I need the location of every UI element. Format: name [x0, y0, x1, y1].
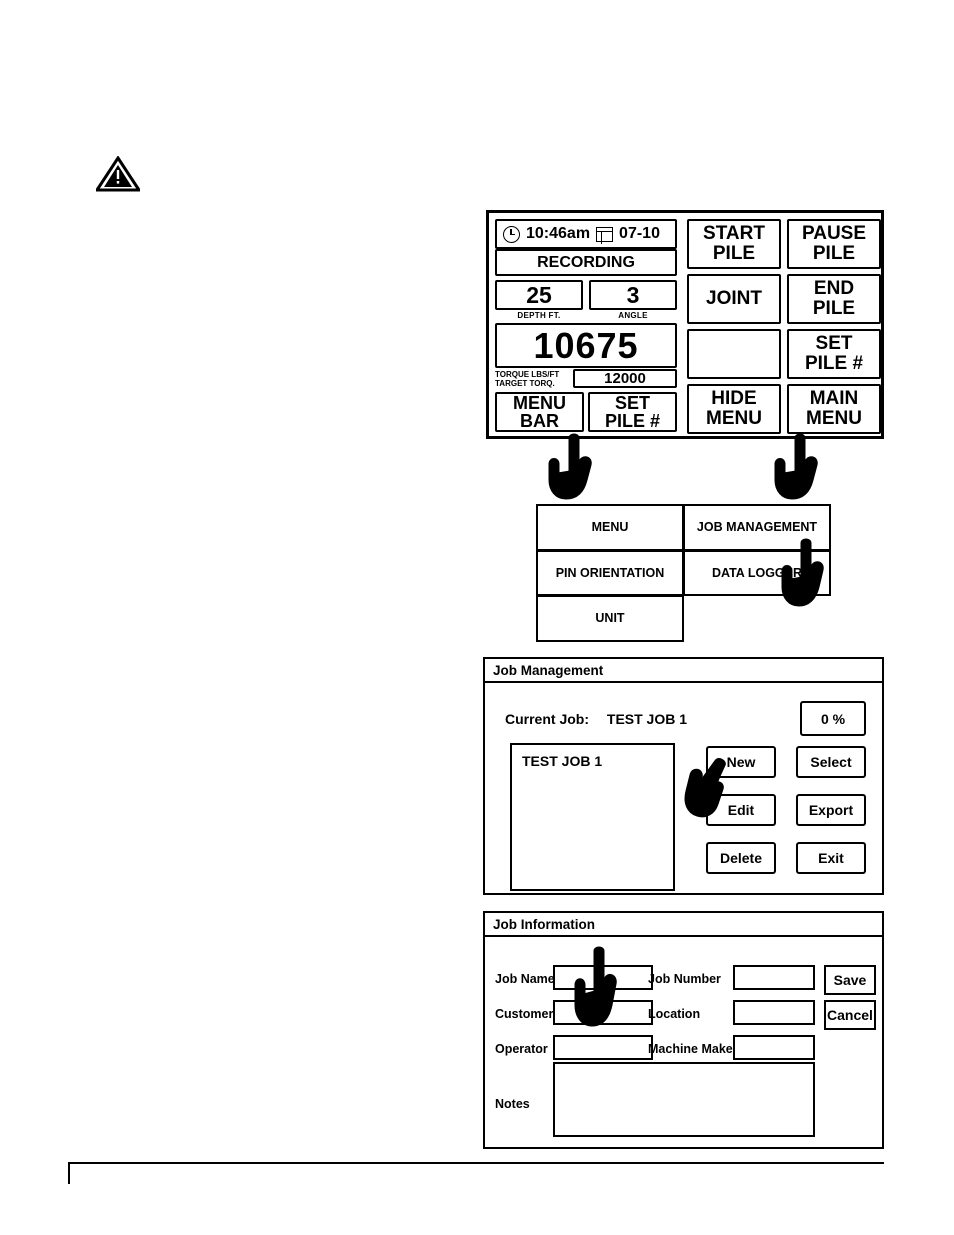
pointing-hand-job-management [781, 538, 824, 607]
left-button-row: MENU BAR SET PILE # [495, 392, 683, 432]
page-footer-tick [68, 1162, 70, 1184]
delete-job-button[interactable]: Delete [706, 842, 776, 874]
job-list[interactable]: TEST JOB 1 [510, 743, 675, 891]
customer-label: Customer [495, 1007, 554, 1021]
depth-caption: DEPTH FT. [517, 311, 561, 320]
angle-value: 3 [589, 280, 677, 310]
control-panel-right-column: START PILE PAUSE PILE JOINT END PILE SET PIL… [687, 219, 881, 439]
target-torque-value: 12000 [573, 369, 677, 388]
blank-button[interactable] [687, 329, 781, 379]
page-footer-rule [68, 1162, 884, 1164]
calendar-icon [596, 226, 614, 244]
export-job-button[interactable]: Export [796, 794, 866, 826]
job-management-title: Job Management [485, 659, 882, 683]
operator-label: Operator [495, 1042, 548, 1056]
select-job-button[interactable]: Select [796, 746, 866, 778]
pointing-hand-main-menu [774, 433, 818, 500]
depth-angle-row: 25 DEPTH FT. 3 ANGLE [495, 280, 683, 320]
set-pile-number-button[interactable]: SET PILE # [787, 329, 881, 379]
job-information-body: Job Name Customer Operator Job Number Lo… [485, 937, 882, 1171]
current-job-row: Current Job: TEST JOB 1 [505, 711, 687, 727]
job-name-label: Job Name [495, 972, 555, 986]
machine-make-label: Machine Make [648, 1042, 733, 1056]
job-number-label: Job Number [648, 972, 721, 986]
torque-units-label: TORQUE LBS/FT [495, 369, 560, 379]
end-pile-button[interactable]: END PILE [787, 274, 881, 324]
pointing-hand-new-job [684, 758, 726, 818]
button-row-3: SET PILE # [687, 329, 881, 379]
job-number-field[interactable] [733, 965, 815, 990]
set-pile-number-button-left[interactable]: SET PILE # [588, 392, 677, 432]
control-panel-left-column: 10:46am 07-10 RECORDING 25 DEPTH FT. 3 A… [495, 219, 683, 432]
status-time: 10:46am [526, 225, 591, 242]
job-information-title: Job Information [485, 913, 882, 937]
operator-field[interactable] [553, 1035, 653, 1060]
pointing-hand-job-name [574, 946, 617, 1027]
progress-percent: 0 % [800, 701, 866, 736]
clock-icon [503, 225, 520, 243]
angle-caption: ANGLE [618, 311, 648, 320]
pointing-hand-menu-bar [548, 433, 592, 500]
list-item[interactable]: TEST JOB 1 [522, 753, 673, 769]
start-pile-button[interactable]: START PILE [687, 219, 781, 269]
current-job-value: TEST JOB 1 [606, 711, 688, 727]
hide-menu-button[interactable]: HIDE MENU [687, 384, 781, 434]
torque-label-row: TORQUE LBS/FT TARGET TORQ. 12000 [495, 369, 683, 388]
current-job-label: Current Job: [505, 711, 589, 727]
notes-field[interactable] [553, 1062, 815, 1137]
main-menu-button[interactable]: MAIN MENU [787, 384, 881, 434]
depth-value: 25 [495, 280, 583, 310]
angle-readout: 3 ANGLE [589, 280, 677, 320]
button-row-2: JOINT END PILE [687, 274, 881, 324]
location-label: Location [648, 1007, 701, 1021]
status-clock-bar: 10:46am 07-10 [495, 219, 677, 249]
exit-job-management-button[interactable]: Exit [796, 842, 866, 874]
button-row-1: START PILE PAUSE PILE [687, 219, 881, 269]
warning-triangle-icon [96, 156, 140, 192]
target-torque-label: TARGET TORQ. [495, 378, 555, 388]
cancel-button[interactable]: Cancel [824, 1000, 876, 1030]
save-button[interactable]: Save [824, 965, 876, 995]
recording-status: RECORDING [495, 249, 677, 276]
menu-item-menu[interactable]: MENU [536, 504, 684, 551]
job-information-dialog: Job Information Job Name Customer Operat… [483, 911, 884, 1149]
joint-button[interactable]: JOINT [687, 274, 781, 324]
depth-readout: 25 DEPTH FT. [495, 280, 583, 320]
menu-item-unit[interactable]: UNIT [536, 595, 684, 642]
torque-label-block: TORQUE LBS/FT TARGET TORQ. [495, 370, 567, 388]
menu-bar-button[interactable]: MENU BAR [495, 392, 584, 432]
machine-make-field[interactable] [733, 1035, 815, 1060]
torque-value: 10675 [495, 323, 677, 368]
button-row-4: HIDE MENU MAIN MENU [687, 384, 881, 434]
notes-label: Notes [495, 1097, 530, 1111]
status-date: 07-10 [619, 225, 660, 242]
location-field[interactable] [733, 1000, 815, 1025]
menu-item-pin-orientation[interactable]: PIN ORIENTATION [536, 549, 684, 597]
pause-pile-button[interactable]: PAUSE PILE [787, 219, 881, 269]
control-panel: 10:46am 07-10 RECORDING 25 DEPTH FT. 3 A… [486, 210, 884, 439]
